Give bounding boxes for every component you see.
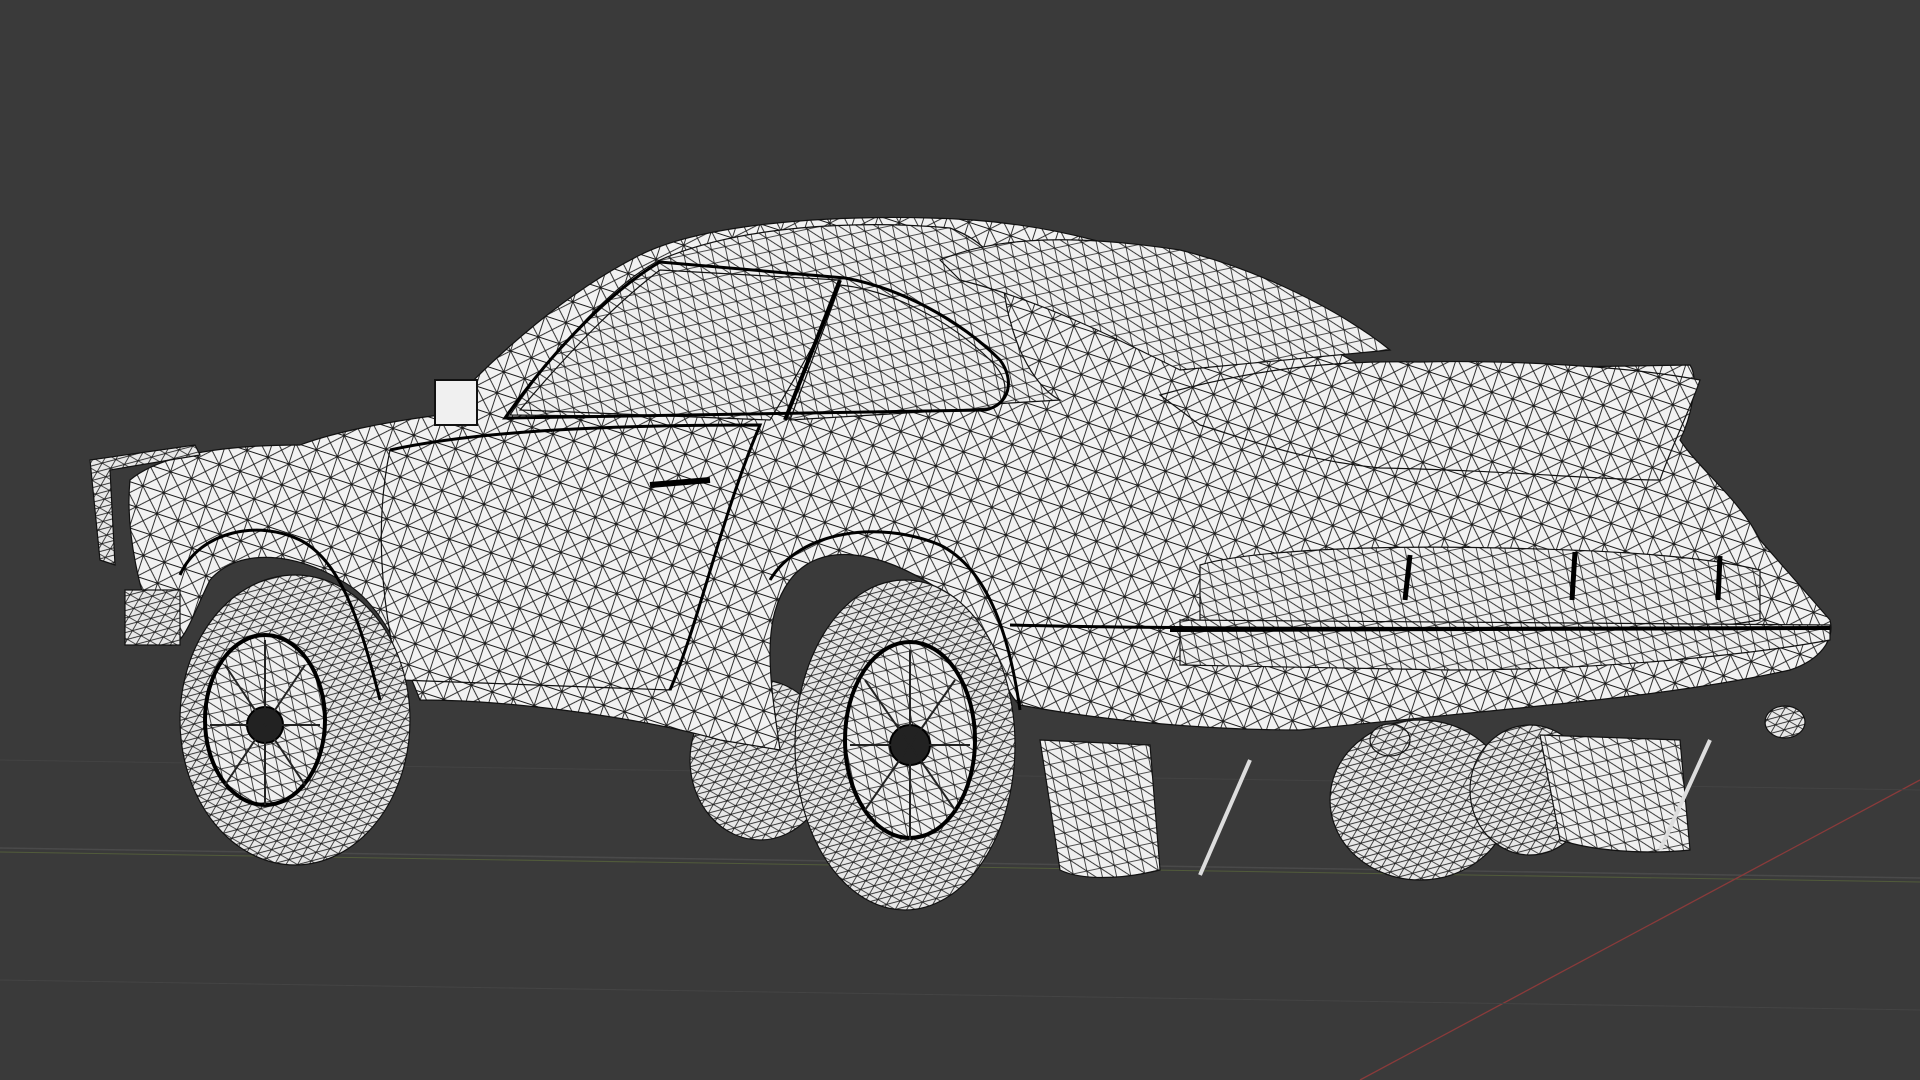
front-wheel-left[interactable] <box>179 574 411 866</box>
rear-wheel-left[interactable] <box>794 579 1016 911</box>
car-wireframe[interactable] <box>89 216 1832 911</box>
side-mirror <box>434 379 478 426</box>
3d-viewport[interactable] <box>0 0 1920 1080</box>
mud-flap-left <box>1039 739 1161 879</box>
front-plate <box>124 589 181 646</box>
viewport-canvas[interactable] <box>0 0 1920 1080</box>
